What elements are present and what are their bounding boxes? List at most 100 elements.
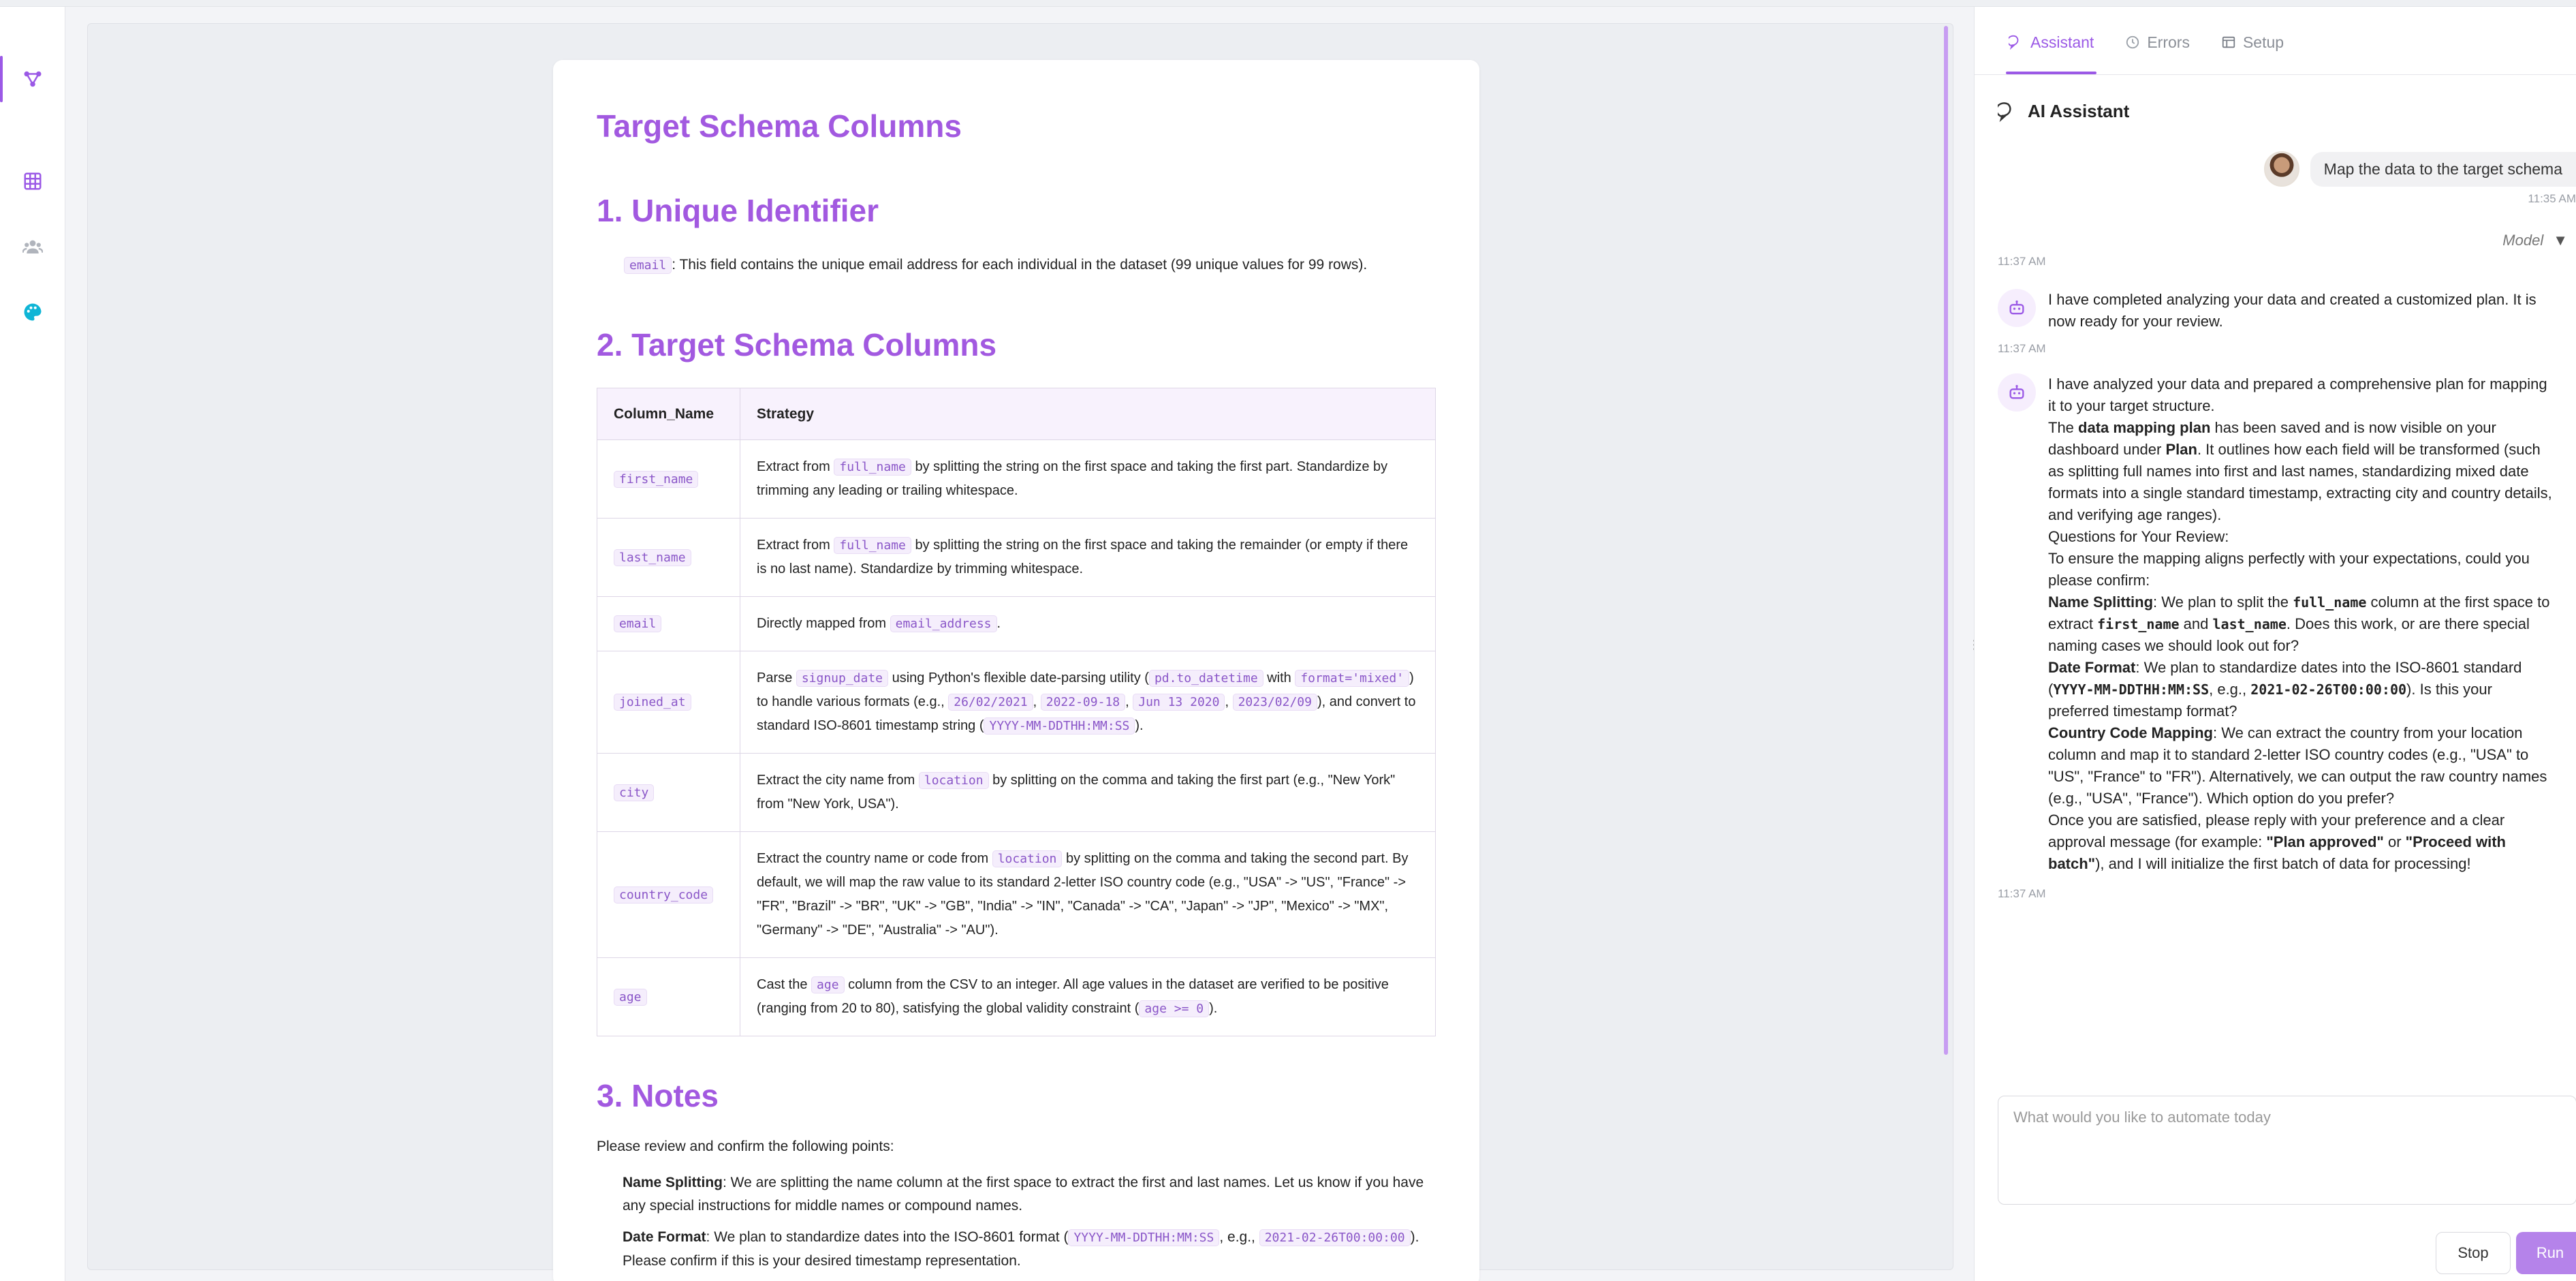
panel-tabs: Assistant Errors Setup xyxy=(1975,7,2576,75)
table-row: country_code Extract the country name or … xyxy=(597,831,1436,958)
text-span: Parse xyxy=(757,670,796,685)
chat-input[interactable]: What would you like to automate today xyxy=(1998,1096,2576,1205)
inline-code: email_address xyxy=(890,615,997,632)
inline-code: 26/02/2021 xyxy=(948,694,1033,711)
stop-button[interactable]: Stop xyxy=(2436,1232,2511,1274)
column-name-cell: joined_at xyxy=(597,651,740,754)
user-message: Map the data to the target schema xyxy=(2310,151,2576,187)
text-span: Cast the xyxy=(757,977,812,992)
bot-avatar xyxy=(1998,289,2036,327)
message-line: Date Format: We plan to standardize date… xyxy=(2048,657,2556,722)
message-line: Country Code Mapping: We can extract the… xyxy=(2048,722,2556,809)
chat-icon xyxy=(1998,102,2011,122)
mono-text: 2021-02-26T00:00:00 xyxy=(2250,681,2407,698)
column-name-cell: first_name xyxy=(597,439,740,519)
text-span: ). xyxy=(1209,1001,1218,1016)
caret-down-icon: ▼ xyxy=(2553,232,2568,249)
text-span: : We plan to standardize dates into the … xyxy=(706,1229,1069,1245)
inline-code: age >= 0 xyxy=(1139,1000,1210,1017)
unique-identifier-text: email: This field contains the unique em… xyxy=(597,253,1436,277)
text-span: Extract the city name from xyxy=(757,773,919,788)
section-heading-unique: 1. Unique Identifier xyxy=(597,193,879,228)
section-heading-notes: 3. Notes xyxy=(597,1078,719,1113)
text-span: Extract the country name or code from xyxy=(757,851,992,866)
text-span: Extract from xyxy=(757,538,834,553)
inline-code: city xyxy=(614,784,655,801)
notes-list: Name Splitting: We are splitting the nam… xyxy=(597,1171,1436,1273)
message-line: Name Splitting: We plan to split the ful… xyxy=(2048,591,2556,657)
bot-message-text: I have completed analyzing your data and… xyxy=(2048,291,2536,330)
tab-errors[interactable]: Errors xyxy=(2125,22,2190,74)
tab-setup[interactable]: Setup xyxy=(2221,22,2284,74)
timestamp: 11:37 AM xyxy=(1998,255,2046,268)
user-avatar xyxy=(2263,151,2299,187)
schema-table: Column_Name Strategy first_name Extract f… xyxy=(597,388,1436,1036)
inline-code: email xyxy=(624,257,672,274)
strategy-cell: Parse signup_date using Python's flexibl… xyxy=(740,651,1436,754)
page-title: Target Schema Columns xyxy=(597,108,962,144)
inline-code: location xyxy=(918,772,989,789)
inline-code: 2023/02/09 xyxy=(1232,694,1317,711)
rail-item-table[interactable] xyxy=(0,155,65,207)
inline-code: location xyxy=(992,850,1063,867)
text-span: ). xyxy=(1135,718,1144,733)
clock-icon xyxy=(2126,35,2139,49)
table-icon xyxy=(2222,36,2235,48)
strategy-cell: Extract from full_name by splitting the … xyxy=(740,439,1436,519)
bot-message-text: I have analyzed your data and prepared a… xyxy=(2048,373,2556,875)
bold-text: "Plan approved" xyxy=(2266,833,2384,850)
column-header-name: Column_Name xyxy=(597,388,740,440)
inline-code: country_code xyxy=(614,886,714,904)
top-strip xyxy=(0,0,2576,7)
inline-code: 2022-09-18 xyxy=(1040,694,1126,711)
message-line: The data mapping plan has been saved and… xyxy=(2048,417,2556,526)
rail-item-theme[interactable] xyxy=(0,286,65,338)
run-button[interactable]: Run xyxy=(2516,1232,2576,1274)
text-span: , xyxy=(1033,694,1041,709)
grid-icon xyxy=(24,172,42,190)
main-scrollbar[interactable] xyxy=(1944,26,1948,1055)
user-timestamp: 11:35 AM xyxy=(2528,192,2576,205)
inline-code: YYYY-MM-DDTHH:MM:SS xyxy=(1068,1229,1220,1246)
user-message-row: Map the data to the target schema xyxy=(2263,151,2576,187)
message-line: To ensure the mapping aligns perfectly w… xyxy=(2048,548,2556,591)
text-span: I have analyzed your data and prepared a… xyxy=(2048,375,2547,414)
column-header-strategy: Strategy xyxy=(740,388,1436,440)
inline-code: full_name xyxy=(834,537,911,554)
table-row: city Extract the city name from location … xyxy=(597,753,1436,832)
bold-text: Date Format xyxy=(2048,659,2136,676)
inline-code: signup_date xyxy=(796,670,889,687)
assistant-header: AI Assistant xyxy=(1998,101,2129,122)
rail-item-users[interactable] xyxy=(0,221,65,273)
robot-icon xyxy=(2009,300,2024,315)
rail-item-workflow[interactable] xyxy=(0,53,65,105)
tab-assistant[interactable]: Assistant xyxy=(2005,22,2097,74)
message-line: Once you are satisfied, please reply wit… xyxy=(2048,809,2556,875)
table-row: joined_at Parse signup_date using Python'… xyxy=(597,651,1436,754)
notes-intro: Please review and confirm the following … xyxy=(597,1139,894,1154)
strategy-cell: Directly mapped from email_address. xyxy=(740,596,1436,651)
column-name-cell: country_code xyxy=(597,831,740,958)
text-span: , xyxy=(1225,694,1233,709)
inline-code: 2021-02-26T00:00:00 xyxy=(1259,1229,1411,1246)
text-span: ), and I will initialize the first batch… xyxy=(2095,855,2471,872)
bold-text: Name Splitting xyxy=(623,1175,723,1190)
inline-code: Jun 13 2020 xyxy=(1133,694,1225,711)
text-span: The xyxy=(2048,419,2079,436)
text-span: using Python's flexible date-parsing uti… xyxy=(888,670,1149,685)
column-name-cell: age xyxy=(597,957,740,1036)
assistant-panel: Assistant Errors Setup AI Assistant Map … xyxy=(1974,7,2576,1281)
bold-text: Plan xyxy=(2165,441,2197,458)
table-row: last_name Extract from full_name by split… xyxy=(597,518,1436,597)
text-span: , xyxy=(1125,694,1133,709)
column-name-cell: city xyxy=(597,753,740,832)
table-row: age Cast the age column from the CSV to a… xyxy=(597,957,1436,1036)
bold-text: Name Splitting xyxy=(2048,593,2154,611)
inline-code: joined_at xyxy=(614,694,691,711)
model-selector[interactable]: Model ▼ xyxy=(2502,232,2568,249)
palette-icon xyxy=(24,303,42,321)
note-item: Name Splitting: We are splitting the nam… xyxy=(597,1171,1436,1218)
inline-code: format='mixed' xyxy=(1295,670,1410,687)
users-icon xyxy=(22,240,43,253)
mono-text: first_name xyxy=(2097,616,2180,632)
